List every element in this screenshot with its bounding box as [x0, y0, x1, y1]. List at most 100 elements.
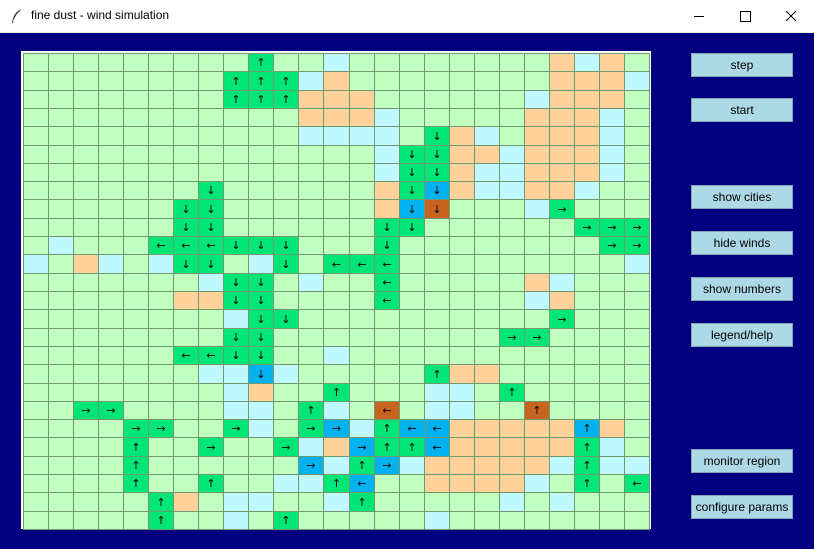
- medium-dust-cell[interactable]: [524, 273, 550, 292]
- light-dust-cell[interactable]: [549, 492, 575, 512]
- wind-dust-cell[interactable]: →: [349, 437, 375, 457]
- light-dust-cell[interactable]: [549, 456, 575, 475]
- grass-cell[interactable]: [549, 364, 575, 384]
- grass-cell[interactable]: [98, 346, 124, 365]
- grass-cell[interactable]: [23, 346, 49, 365]
- grass-cell[interactable]: [298, 181, 324, 200]
- wind-cell[interactable]: ↓: [399, 145, 425, 164]
- wind-cell[interactable]: ↓: [248, 346, 274, 365]
- medium-dust-cell[interactable]: [474, 474, 500, 493]
- grass-cell[interactable]: [273, 273, 299, 292]
- grass-cell[interactable]: [323, 328, 350, 347]
- grass-cell[interactable]: [399, 273, 425, 292]
- medium-dust-cell[interactable]: [173, 291, 199, 310]
- step-button[interactable]: step: [691, 53, 793, 77]
- grass-cell[interactable]: [123, 163, 149, 182]
- grass-cell[interactable]: [73, 346, 99, 365]
- grass-cell[interactable]: [148, 346, 174, 365]
- grass-cell[interactable]: [599, 511, 625, 530]
- grass-cell[interactable]: [248, 511, 274, 530]
- medium-dust-cell[interactable]: [173, 492, 199, 512]
- medium-dust-cell[interactable]: [549, 437, 575, 457]
- grass-cell[interactable]: [449, 328, 475, 347]
- grass-cell[interactable]: [624, 90, 650, 109]
- grass-cell[interactable]: [399, 474, 425, 493]
- light-dust-cell[interactable]: [599, 456, 625, 475]
- grass-cell[interactable]: [23, 90, 49, 109]
- grass-cell[interactable]: [599, 328, 625, 347]
- grass-cell[interactable]: [549, 218, 575, 237]
- grass-cell[interactable]: [474, 90, 500, 109]
- grass-cell[interactable]: [298, 199, 324, 219]
- grass-cell[interactable]: [48, 419, 74, 438]
- grass-cell[interactable]: [148, 456, 174, 475]
- medium-dust-cell[interactable]: [323, 437, 350, 457]
- grass-cell[interactable]: [23, 163, 49, 182]
- grass-cell[interactable]: [123, 511, 149, 530]
- grass-cell[interactable]: [474, 218, 500, 237]
- grass-cell[interactable]: [524, 511, 550, 530]
- grass-cell[interactable]: [73, 291, 99, 310]
- grass-cell[interactable]: [73, 511, 99, 530]
- configure-params-button[interactable]: configure params: [691, 495, 793, 519]
- grass-cell[interactable]: [399, 346, 425, 365]
- grass-cell[interactable]: [123, 145, 149, 164]
- grass-cell[interactable]: [123, 273, 149, 292]
- grass-cell[interactable]: [624, 401, 650, 420]
- grass-cell[interactable]: [48, 90, 74, 109]
- light-dust-cell[interactable]: [424, 383, 450, 402]
- grass-cell[interactable]: [374, 492, 400, 512]
- grass-cell[interactable]: [374, 71, 400, 91]
- grass-cell[interactable]: [223, 199, 249, 219]
- grass-cell[interactable]: [499, 273, 525, 292]
- grass-cell[interactable]: [73, 163, 99, 182]
- wind-dust-cell[interactable]: ↓: [399, 199, 425, 219]
- light-dust-cell[interactable]: [599, 437, 625, 457]
- grass-cell[interactable]: [449, 199, 475, 219]
- wind-cell[interactable]: ↓: [399, 218, 425, 237]
- grass-cell[interactable]: [73, 199, 99, 219]
- grass-cell[interactable]: [298, 492, 324, 512]
- grass-cell[interactable]: [173, 437, 199, 457]
- light-dust-cell[interactable]: [449, 383, 475, 402]
- grass-cell[interactable]: [173, 273, 199, 292]
- grass-cell[interactable]: [98, 199, 124, 219]
- light-dust-cell[interactable]: [374, 108, 400, 127]
- grass-cell[interactable]: [73, 273, 99, 292]
- grass-cell[interactable]: [148, 71, 174, 91]
- light-dust-cell[interactable]: [148, 254, 174, 274]
- grass-cell[interactable]: [549, 328, 575, 347]
- medium-dust-cell[interactable]: [574, 126, 600, 146]
- grass-cell[interactable]: [198, 328, 224, 347]
- grass-cell[interactable]: [223, 181, 249, 200]
- wind-cell[interactable]: ↓: [424, 163, 450, 182]
- wind-cell[interactable]: →: [574, 218, 600, 237]
- medium-dust-cell[interactable]: [574, 108, 600, 127]
- grass-cell[interactable]: [148, 273, 174, 292]
- grass-cell[interactable]: [148, 126, 174, 146]
- grass-cell[interactable]: [399, 492, 425, 512]
- grass-cell[interactable]: [248, 218, 274, 237]
- grass-cell[interactable]: [173, 90, 199, 109]
- grass-cell[interactable]: [48, 254, 74, 274]
- grass-cell[interactable]: [98, 474, 124, 493]
- wind-dust-cell[interactable]: ←: [399, 419, 425, 438]
- light-dust-cell[interactable]: [599, 126, 625, 146]
- wind-cell[interactable]: ↑: [248, 71, 274, 91]
- grass-cell[interactable]: [524, 71, 550, 91]
- grass-cell[interactable]: [173, 181, 199, 200]
- grass-cell[interactable]: [298, 145, 324, 164]
- grass-cell[interactable]: [173, 163, 199, 182]
- wind-cell[interactable]: ↑: [123, 437, 149, 457]
- grass-cell[interactable]: [549, 346, 575, 365]
- wind-cell[interactable]: ↓: [198, 218, 224, 237]
- grass-cell[interactable]: [248, 474, 274, 493]
- grass-cell[interactable]: [198, 71, 224, 91]
- light-dust-cell[interactable]: [524, 90, 550, 109]
- grass-cell[interactable]: [449, 346, 475, 365]
- grass-cell[interactable]: [424, 291, 450, 310]
- grass-cell[interactable]: [98, 309, 124, 329]
- grass-cell[interactable]: [248, 145, 274, 164]
- grass-cell[interactable]: [98, 145, 124, 164]
- grass-cell[interactable]: [248, 126, 274, 146]
